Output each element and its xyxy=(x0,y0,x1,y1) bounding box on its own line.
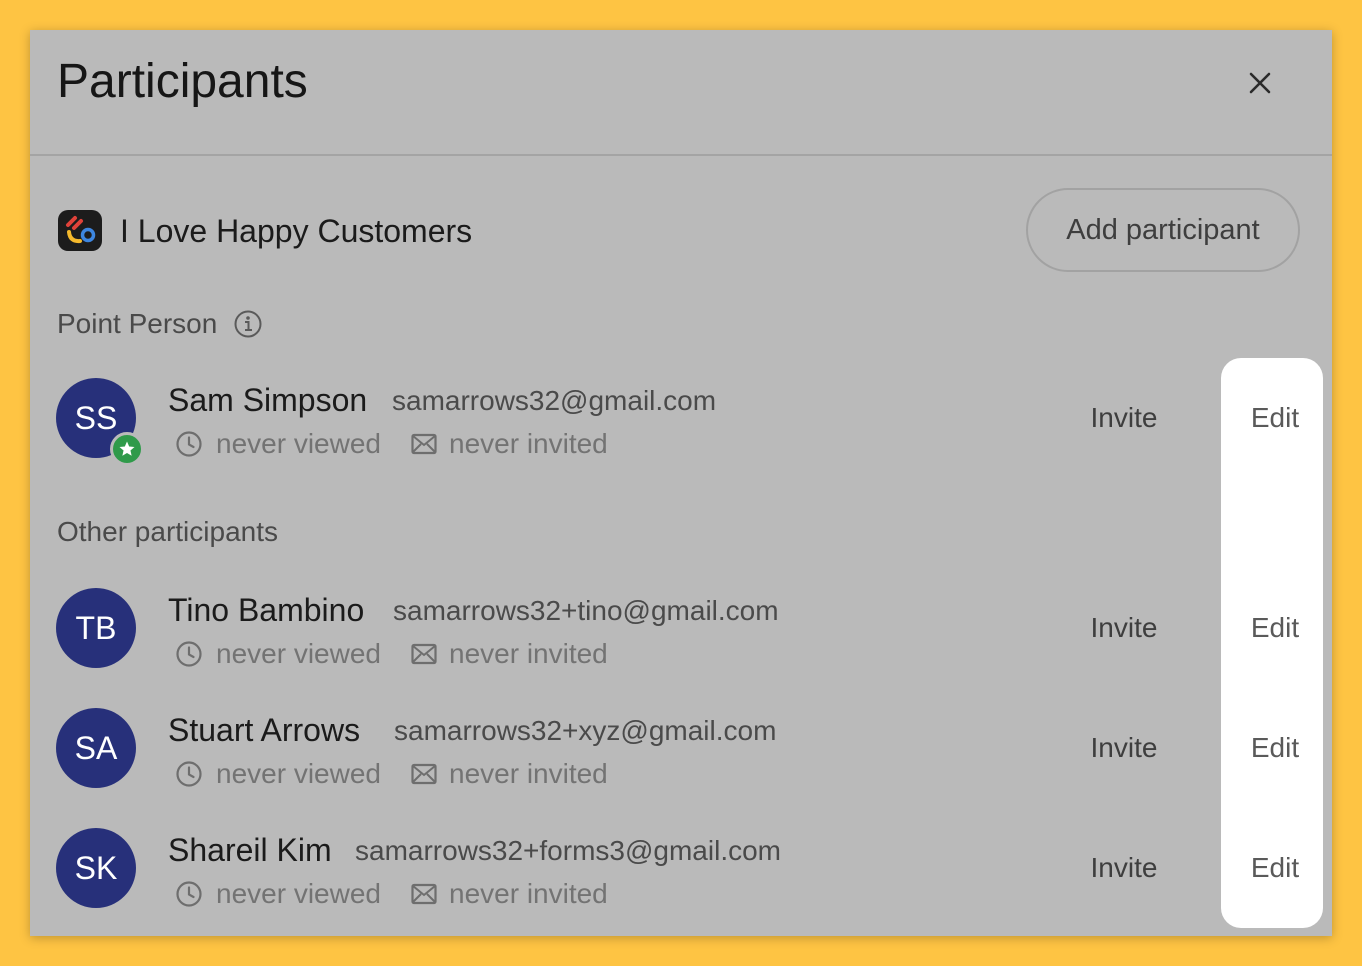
invited-status: never invited xyxy=(449,878,608,909)
participant-name: Sam Simpson xyxy=(168,382,368,418)
close-icon xyxy=(1249,72,1271,94)
invited-status: never invited xyxy=(449,638,608,669)
participant-name: Stuart Arrows xyxy=(168,712,361,748)
mail-icon xyxy=(411,643,437,665)
invite-button[interactable]: Invite xyxy=(1076,608,1172,648)
participant-row: SA Stuart Arrows samarrows32+xyz@gmail.c… xyxy=(30,708,1332,798)
mail-icon xyxy=(411,763,437,785)
invited-status: never invited xyxy=(449,758,608,789)
close-button[interactable] xyxy=(1242,65,1278,101)
viewed-status: never viewed xyxy=(216,638,381,669)
star-icon xyxy=(119,441,135,456)
invite-button[interactable]: Invite xyxy=(1076,398,1172,438)
participants-modal: Participants I Love Happy Customers Add … xyxy=(30,30,1332,936)
edit-button[interactable]: Edit xyxy=(1238,728,1312,768)
info-icon[interactable] xyxy=(233,309,263,339)
add-participant-button[interactable]: Add participant xyxy=(1026,188,1300,272)
participant-row: SK Shareil Kim samarrows32+forms3@gmail.… xyxy=(30,828,1332,918)
viewed-status: never viewed xyxy=(216,758,381,789)
clock-icon xyxy=(176,431,202,457)
invite-button[interactable]: Invite xyxy=(1076,728,1172,768)
invited-status: never invited xyxy=(449,428,608,459)
modal-title: Participants xyxy=(57,55,308,108)
invite-button[interactable]: Invite xyxy=(1076,848,1172,888)
avatar: SK xyxy=(56,828,136,908)
clock-icon xyxy=(176,641,202,667)
participant-email: samarrows32+tino@gmail.com xyxy=(393,595,779,626)
point-person-label: Point Person xyxy=(57,308,218,339)
viewed-status: never viewed xyxy=(216,878,381,909)
header-divider xyxy=(30,154,1332,156)
project-logo-icon xyxy=(58,210,102,251)
edit-button[interactable]: Edit xyxy=(1238,608,1312,648)
participant-row: TB Tino Bambino samarrows32+tino@gmail.c… xyxy=(30,588,1332,678)
edit-button[interactable]: Edit xyxy=(1238,398,1312,438)
avatar: SA xyxy=(56,708,136,788)
participant-email: samarrows32+xyz@gmail.com xyxy=(394,715,777,746)
other-participants-label: Other participants xyxy=(57,516,278,547)
participant-email: samarrows32+forms3@gmail.com xyxy=(355,835,781,866)
mail-icon xyxy=(411,433,437,455)
participant-name: Shareil Kim xyxy=(168,832,332,868)
participant-row-point-person: SS Sam Simpson samarrows32@gmail.com nev… xyxy=(30,378,1332,468)
clock-icon xyxy=(176,761,202,787)
project-name: I Love Happy Customers xyxy=(120,213,473,249)
edit-button[interactable]: Edit xyxy=(1238,848,1312,888)
clock-icon xyxy=(176,881,202,907)
viewed-status: never viewed xyxy=(216,428,381,459)
point-person-badge xyxy=(110,432,144,466)
mail-icon xyxy=(411,883,437,905)
avatar: TB xyxy=(56,588,136,668)
participant-email: samarrows32@gmail.com xyxy=(392,385,717,416)
participant-name: Tino Bambino xyxy=(168,592,365,628)
